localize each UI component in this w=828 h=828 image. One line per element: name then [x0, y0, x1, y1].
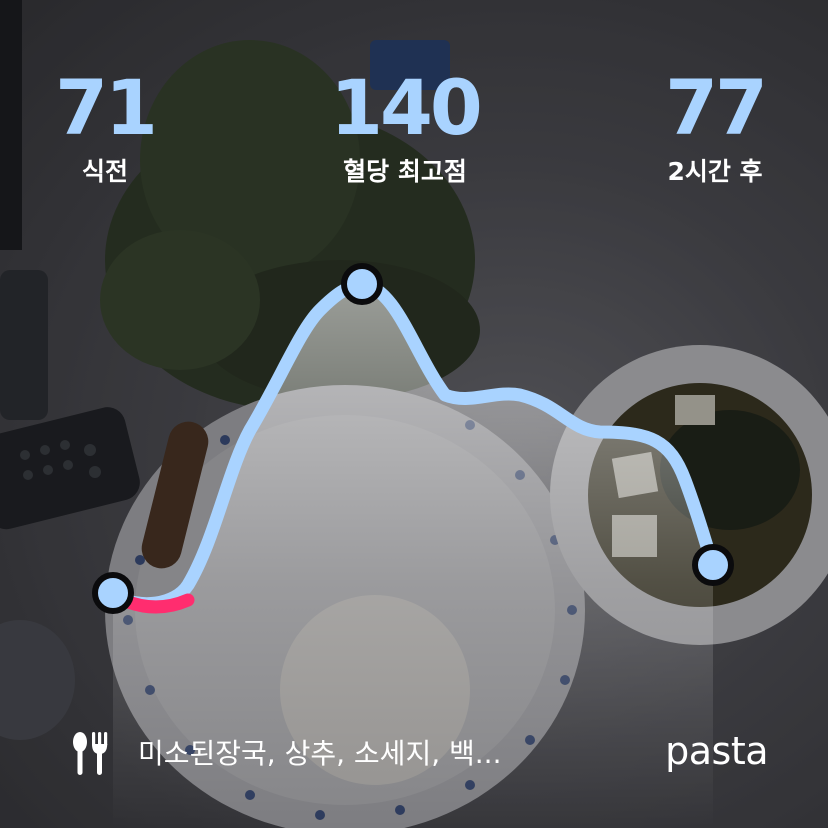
meal-foods-text: 미소된장국, 상추, 소세지, 백... [138, 737, 502, 770]
two-hours-value: 77 [665, 63, 768, 152]
meal-foods: 미소된장국, 상추, 소세지, 백... [68, 732, 501, 776]
before-meal-label: 식전 [81, 157, 128, 186]
stat-peak: 140 혈당 최고점 [285, 62, 525, 190]
glucose-share-card: 71 식전 140 혈당 최고점 77 2시간 후 미소된장국, 상추, 소세지… [0, 0, 828, 828]
point-two-hours [692, 544, 734, 586]
peak-value: 140 [330, 63, 483, 152]
peak-label: 혈당 최고점 [343, 157, 467, 186]
stat-before-meal: 71 식전 [0, 62, 225, 190]
point-peak [341, 263, 383, 305]
stat-two-hours: 77 2시간 후 [595, 62, 828, 190]
before-meal-value: 71 [55, 63, 158, 152]
fork-knife-icon [73, 732, 108, 775]
brand-logo: pasta [665, 729, 768, 773]
point-before-meal [92, 572, 134, 614]
two-hours-label: 2시간 후 [667, 157, 763, 186]
